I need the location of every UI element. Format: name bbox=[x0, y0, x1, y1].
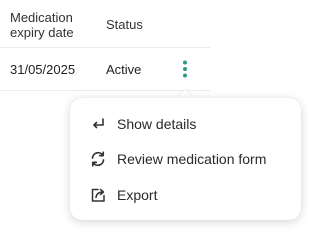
medication-table: Medication expiry date Status 31/05/2025… bbox=[0, 0, 210, 91]
column-header-expiry-date: Medication expiry date bbox=[10, 10, 74, 40]
refresh-icon bbox=[89, 150, 107, 168]
row-actions-menu: Show details Review medication form Expo… bbox=[70, 98, 301, 220]
return-arrow-icon bbox=[89, 115, 107, 133]
table-row: 31/05/2025 Active bbox=[0, 48, 210, 91]
cell-expiry-date: 31/05/2025 bbox=[10, 62, 76, 77]
menu-item-show-details[interactable]: Show details bbox=[70, 109, 301, 139]
cell-status: Active bbox=[106, 62, 142, 77]
kebab-vertical-icon bbox=[183, 60, 187, 78]
menu-item-export[interactable]: Export bbox=[70, 180, 301, 210]
column-header-status: Status bbox=[106, 17, 143, 32]
menu-item-review-medication-form[interactable]: Review medication form bbox=[70, 144, 301, 174]
menu-item-label: Review medication form bbox=[117, 151, 267, 167]
row-actions-button[interactable] bbox=[178, 58, 192, 80]
export-icon bbox=[89, 186, 107, 204]
table-header-row: Medication expiry date Status bbox=[0, 0, 210, 48]
menu-item-label: Show details bbox=[117, 116, 197, 132]
menu-item-label: Export bbox=[117, 187, 158, 203]
